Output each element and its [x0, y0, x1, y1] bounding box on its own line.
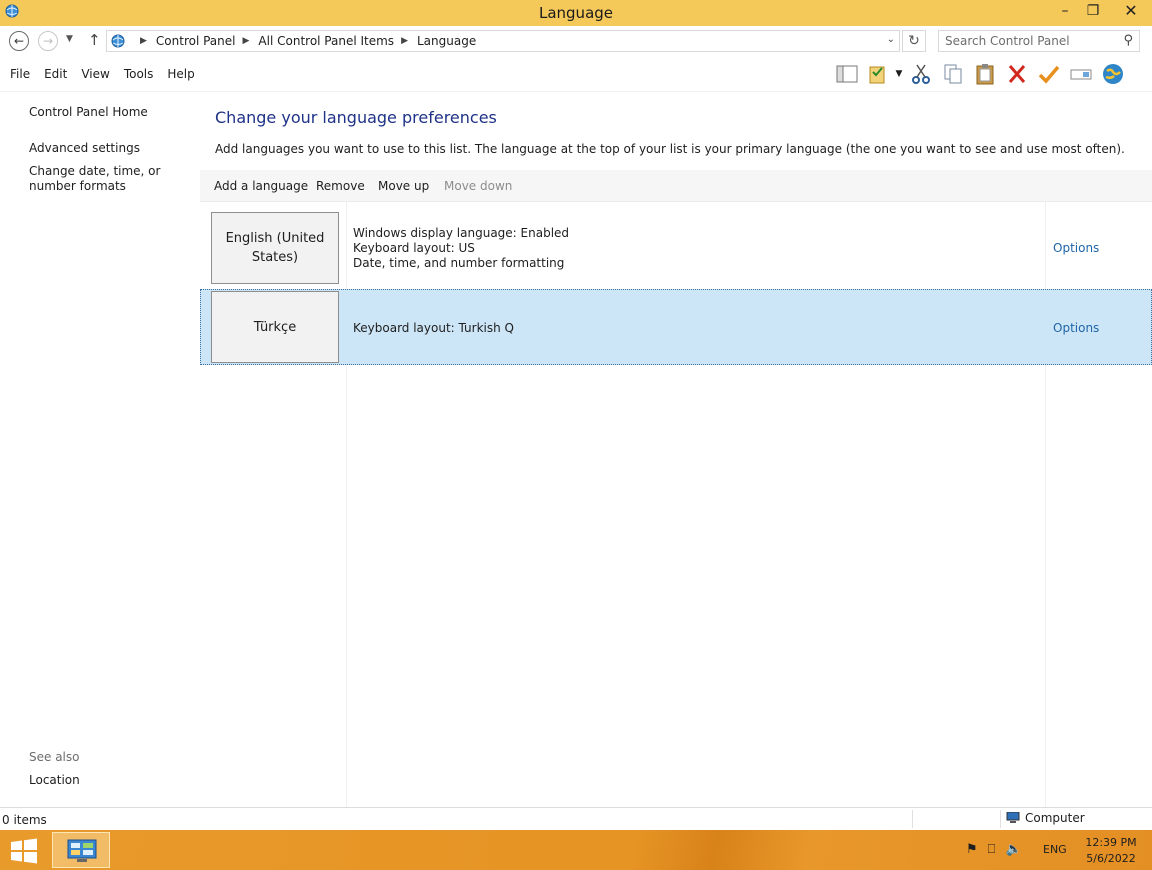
main-content: Change your language preferences Add lan… [200, 92, 1152, 807]
options-link[interactable]: Options [1053, 241, 1099, 255]
menu-edit[interactable]: Edit [44, 67, 67, 81]
status-divider [912, 810, 913, 828]
window-title: Language [538, 4, 614, 22]
language-tile[interactable]: Türkçe [211, 291, 339, 363]
paste-icon[interactable] [973, 62, 997, 86]
copy-icon[interactable] [941, 62, 965, 86]
delete-icon[interactable] [1005, 62, 1029, 86]
system-tray: ⚑ ⎕ 🔈 [966, 842, 1032, 857]
formatting-info: Date, time, and number formatting [353, 256, 565, 270]
taskbar-control-panel-button[interactable] [52, 832, 110, 868]
close-button[interactable]: ✕ [1114, 0, 1148, 24]
recent-locations-dropdown-icon[interactable]: ▼ [66, 34, 73, 44]
status-bar: 0 items Computer [0, 807, 1152, 830]
breadcrumb-control-panel[interactable]: Control Panel [156, 34, 236, 48]
search-input[interactable] [945, 33, 1115, 49]
back-button[interactable]: ← [9, 31, 29, 51]
language-tile[interactable]: English (United States) [211, 212, 339, 284]
globe-icon[interactable] [1101, 62, 1125, 86]
see-also-heading: See also [29, 750, 80, 764]
menu-file[interactable]: File [10, 67, 30, 81]
action-center-icon[interactable]: ⚑ [966, 842, 978, 857]
restore-button[interactable]: ❐ [1078, 0, 1108, 24]
check-icon[interactable] [1037, 62, 1061, 86]
forward-button[interactable]: → [38, 31, 58, 51]
advanced-settings-link[interactable]: Advanced settings [29, 141, 140, 156]
location-link[interactable]: Location [29, 773, 80, 788]
language-row-english[interactable]: English (United States) Windows display … [200, 208, 1152, 284]
layout-icon[interactable] [835, 62, 859, 86]
change-date-time-link[interactable]: Change date, time, or number formats [29, 164, 195, 194]
address-row: ← → ▼ ↑ ▶ Control Panel ▶ All Control Pa… [0, 26, 1152, 56]
language-indicator[interactable]: ENG [1043, 843, 1067, 856]
keyboard-layout: Keyboard layout: Turkish Q [353, 321, 514, 335]
breadcrumb: ▶ Control Panel ▶ All Control Panel Item… [133, 34, 476, 48]
command-bar: Add a language Remove Move up Move down [200, 170, 1152, 202]
clock-date: 5/6/2022 [1086, 852, 1136, 865]
chevron-right-icon[interactable]: ▶ [140, 36, 147, 46]
chevron-down-icon[interactable]: ⌄ [887, 34, 895, 45]
move-down-button[interactable]: Move down [444, 179, 512, 193]
control-panel-home-link[interactable]: Control Panel Home [29, 105, 148, 120]
menu-tools[interactable]: Tools [124, 67, 154, 81]
chevron-right-icon[interactable]: ▶ [401, 36, 408, 46]
taskbar: ⚑ ⎕ 🔈 ENG 12:39 PM 5/6/2022 [0, 830, 1152, 870]
address-bar[interactable]: ▶ Control Panel ▶ All Control Panel Item… [106, 30, 900, 52]
move-up-button[interactable]: Move up [378, 179, 429, 193]
menu-help[interactable]: Help [167, 67, 194, 81]
menu-view[interactable]: View [81, 67, 109, 81]
page-description: Add languages you want to use to this li… [215, 142, 1125, 156]
search-box[interactable]: ⚲ [938, 30, 1140, 52]
network-icon[interactable]: ⎕ [988, 842, 996, 857]
menu-bar: File Edit View Tools Help ▼ [0, 56, 1152, 92]
language-details: Keyboard layout: Turkish Q [353, 321, 514, 336]
refresh-button[interactable]: ↻ [902, 30, 926, 52]
remove-button[interactable]: Remove [316, 179, 365, 193]
rename-icon[interactable] [1069, 62, 1093, 86]
zone-indicator: Computer [1006, 811, 1085, 825]
computer-icon [1006, 812, 1020, 823]
toolbar: ▼ [835, 62, 1133, 86]
item-count: 0 items [2, 813, 47, 827]
page-title: Change your language preferences [215, 108, 497, 127]
language-details: Windows display language: Enabled Keyboa… [353, 226, 569, 271]
chevron-right-icon[interactable]: ▶ [243, 36, 250, 46]
language-row-turkish[interactable]: Türkçe Keyboard layout: Turkish Q Option… [200, 289, 1152, 365]
properties-icon[interactable] [867, 62, 891, 86]
up-button[interactable]: ↑ [88, 31, 101, 49]
status-divider [1000, 810, 1001, 828]
control-panel-icon [67, 839, 97, 862]
left-pane: Control Panel Home Advanced settings Cha… [0, 92, 200, 807]
display-language-status: Windows display language: Enabled [353, 226, 570, 240]
windows-start-icon[interactable] [10, 838, 38, 864]
keyboard-layout: Keyboard layout: US [353, 241, 475, 255]
breadcrumb-all-items[interactable]: All Control Panel Items [258, 34, 394, 48]
clock-time: 12:39 PM [1085, 836, 1137, 849]
title-bar: Language – ❐ ✕ [0, 0, 1152, 26]
volume-muted-icon[interactable]: 🔈 [1005, 842, 1021, 857]
options-link[interactable]: Options [1053, 321, 1099, 335]
zone-label: Computer [1025, 811, 1085, 825]
menu: File Edit View Tools Help [10, 67, 209, 81]
control-panel-icon [111, 34, 125, 48]
cut-icon[interactable] [909, 62, 933, 86]
breadcrumb-language[interactable]: Language [417, 34, 476, 48]
search-icon[interactable]: ⚲ [1123, 33, 1133, 48]
clock[interactable]: 12:39 PM 5/6/2022 [1076, 835, 1146, 867]
chevron-down-icon[interactable]: ▼ [893, 62, 905, 86]
minimize-button[interactable]: – [1050, 0, 1080, 24]
add-language-button[interactable]: Add a language [214, 179, 308, 193]
